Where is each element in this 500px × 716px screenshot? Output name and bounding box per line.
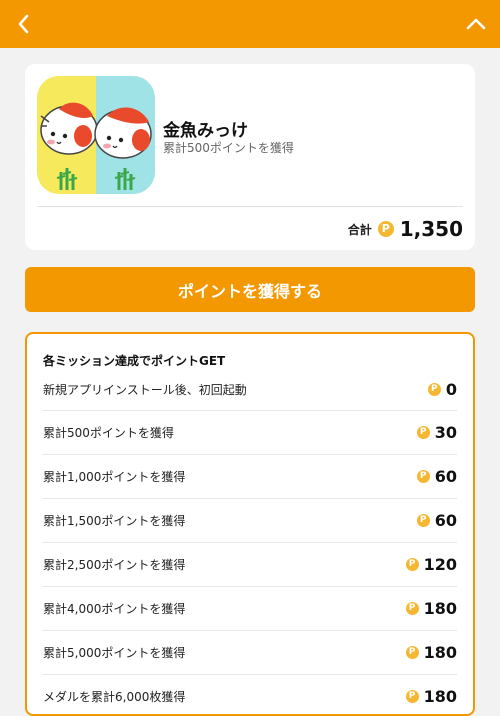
mission-row: 新規アプリインストール後、初回起動 P 0 — [43, 368, 457, 411]
total-value: 1,350 — [399, 217, 463, 241]
mission-points: 0 — [445, 379, 457, 399]
mission-label: メダルを累計6,000枚獲得 — [43, 690, 186, 704]
mission-row: 累計4,000ポイントを獲得 P 180 — [43, 587, 457, 631]
mission-list: 新規アプリインストール後、初回起動 P 0 累計500ポイントを獲得 P 30 … — [43, 368, 457, 714]
collapse-button[interactable] — [464, 12, 488, 36]
divider — [37, 206, 463, 207]
point-coin-icon: P — [405, 558, 419, 571]
mission-reward: P 0 — [427, 379, 457, 399]
mission-reward: P 180 — [405, 687, 457, 706]
mission-label: 累計500ポイントを獲得 — [43, 426, 174, 440]
point-coin-icon: P — [377, 221, 394, 237]
mission-label: 累計5,000ポイントを獲得 — [43, 646, 186, 660]
mission-reward: P 120 — [405, 555, 457, 574]
mission-points: 180 — [423, 643, 457, 662]
mission-label: 累計1,000ポイントを獲得 — [43, 470, 186, 484]
mission-label: 新規アプリインストール後、初回起動 — [43, 382, 247, 397]
mission-row: メダルを累計6,000枚獲得 P 180 — [43, 675, 457, 714]
mission-reward: P 180 — [405, 599, 457, 618]
point-coin-icon: P — [427, 382, 441, 396]
mission-row: 累計2,500ポイントを獲得 P 120 — [43, 543, 457, 587]
mission-points: 60 — [434, 467, 457, 486]
app-name: 金魚みっけ — [163, 121, 248, 141]
get-points-button[interactable]: ポイントを獲得する — [25, 267, 475, 312]
point-coin-icon: P — [405, 690, 419, 703]
point-coin-icon: P — [416, 514, 430, 527]
mission-points: 60 — [434, 511, 457, 530]
mission-points: 180 — [423, 687, 457, 706]
mission-label: 累計1,500ポイントを獲得 — [43, 514, 186, 528]
total-label: 合計 — [347, 222, 372, 237]
goldfish-app-icon — [37, 76, 155, 194]
point-coin-icon: P — [416, 426, 430, 439]
mission-reward: P 180 — [405, 643, 457, 662]
mission-row: 累計1,000ポイントを獲得 P 60 — [43, 455, 457, 499]
mission-reward: P 30 — [416, 423, 457, 442]
chevron-left-icon — [18, 14, 29, 34]
app-subtitle: 累計500ポイントを獲得 — [163, 141, 294, 155]
mission-reward: P 60 — [416, 511, 457, 530]
mission-panel: 各ミッション達成でポイントGET 新規アプリインストール後、初回起動 P 0 累… — [25, 332, 475, 716]
point-coin-icon: P — [405, 646, 419, 659]
mission-label: 累計2,500ポイントを獲得 — [43, 558, 186, 572]
mission-points: 180 — [423, 599, 457, 618]
mission-row: 累計5,000ポイントを獲得 P 180 — [43, 631, 457, 675]
app-card: 金魚みっけ 累計500ポイントを獲得 合計 P 1,350 — [25, 64, 475, 250]
mission-points: 120 — [423, 555, 457, 574]
mission-row: 累計1,500ポイントを獲得 P 60 — [43, 499, 457, 543]
top-bar — [0, 0, 500, 48]
mission-points: 30 — [434, 423, 457, 442]
point-coin-icon: P — [405, 602, 419, 615]
chevron-up-icon — [466, 18, 486, 30]
mission-label: 累計4,000ポイントを獲得 — [43, 602, 186, 616]
total-points: 合計 P 1,350 — [348, 214, 463, 244]
back-button[interactable] — [12, 12, 36, 36]
mission-title: 各ミッション達成でポイントGET — [43, 354, 226, 368]
mission-reward: P 60 — [416, 467, 457, 486]
mission-row: 累計500ポイントを獲得 P 30 — [43, 411, 457, 455]
point-coin-icon: P — [416, 470, 430, 483]
